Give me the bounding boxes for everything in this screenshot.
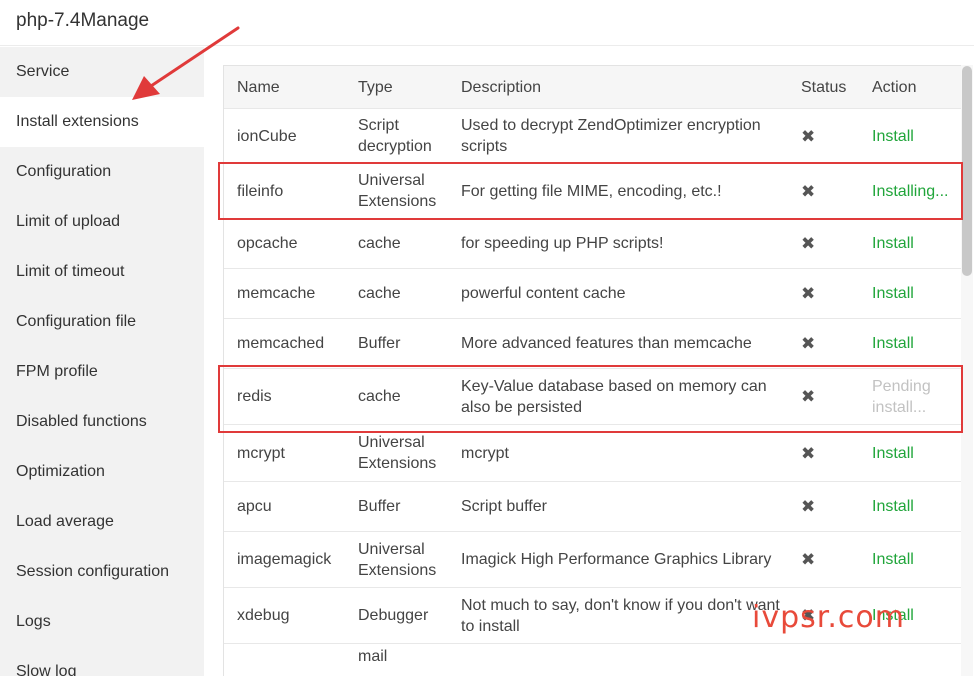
table-row: opcache cache for speeding up PHP script… [224, 219, 962, 269]
sidebar: Service Install extensions Configuration… [0, 47, 204, 676]
install-button[interactable]: Install [872, 443, 914, 464]
table-row: ionCube Script decryption Used to decryp… [224, 109, 962, 164]
extension-description: For getting file MIME, encoding, etc.! [461, 182, 722, 200]
extension-name: memcached [237, 335, 325, 352]
close-icon: ✖ [801, 550, 816, 569]
window-titlebar: php-7.4Manage [0, 0, 974, 46]
extension-type: Buffer [358, 498, 401, 515]
column-header-description: Description [461, 78, 542, 96]
extension-name: xdebug [237, 607, 290, 624]
extension-description: Imagick High Performance Graphics Librar… [461, 551, 772, 568]
column-header-type: Type [358, 78, 393, 96]
install-button[interactable]: Install [872, 496, 914, 517]
extension-type: Universal Extensions [358, 540, 437, 579]
install-button[interactable]: Install [872, 549, 914, 570]
table-row: memcached Buffer More advanced features … [224, 319, 962, 369]
extension-type: cache [358, 285, 401, 302]
table-row: memcache cache powerful content cache ✖ … [224, 269, 962, 319]
extension-name: opcache [237, 235, 298, 252]
sidebar-item-load-average[interactable]: Load average [0, 497, 204, 547]
watermark-logo: ivpsr.com [752, 600, 905, 635]
extension-description: for speeding up PHP scripts! [461, 235, 664, 252]
close-icon: ✖ [801, 387, 816, 406]
extension-name: fileinfo [237, 182, 284, 200]
table-row: fileinfo Universal Extensions For gettin… [224, 164, 962, 219]
column-header-status: Status [801, 78, 847, 96]
extension-description: Used to decrypt ZendOptimizer encryption… [461, 117, 761, 155]
extension-description: More advanced features than memcache [461, 335, 752, 352]
pending-install-status: Pending install... [872, 377, 931, 416]
sidebar-item-logs[interactable]: Logs [0, 597, 204, 647]
extension-name: ionCube [237, 127, 297, 145]
sidebar-item-session-configuration[interactable]: Session configuration [0, 547, 204, 597]
table-header: Name Type Description Status Action [224, 66, 962, 109]
close-icon: ✖ [801, 126, 816, 146]
table-row: redis cache Key-Value database based on … [224, 369, 962, 425]
extension-description: powerful content cache [461, 285, 626, 302]
installing-status: Installing... [872, 182, 949, 200]
sidebar-item-configuration[interactable]: Configuration [0, 147, 204, 197]
column-header-name: Name [237, 78, 280, 96]
table-row: mail [224, 644, 962, 676]
table-row: apcu Buffer Script buffer ✖ Install [224, 482, 962, 532]
extension-type: mail [358, 648, 388, 665]
extension-type: Buffer [358, 335, 401, 352]
extension-type: cache [358, 388, 401, 405]
column-header-action: Action [872, 78, 917, 96]
extension-name: redis [237, 388, 272, 405]
sidebar-item-limit-of-upload[interactable]: Limit of upload [0, 197, 204, 247]
extension-description: Not much to say, don't know if you don't… [461, 596, 780, 635]
close-icon: ✖ [801, 443, 816, 463]
extension-description: Script buffer [461, 498, 547, 515]
sidebar-item-fpm-profile[interactable]: FPM profile [0, 347, 204, 397]
close-icon: ✖ [801, 181, 816, 201]
install-button[interactable]: Install [872, 333, 914, 354]
close-icon: ✖ [801, 497, 816, 516]
install-button[interactable]: Install [872, 126, 914, 147]
scrollbar-thumb[interactable] [962, 66, 972, 276]
sidebar-item-service[interactable]: Service [0, 47, 204, 97]
extensions-table: Name Type Description Status Action ionC… [223, 65, 963, 676]
extension-name [237, 644, 347, 676]
install-button[interactable]: Install [872, 283, 914, 304]
extension-description [461, 644, 791, 676]
install-button[interactable]: Install [872, 233, 914, 254]
extension-type: Script decryption [358, 117, 432, 155]
extension-type: cache [358, 235, 401, 252]
sidebar-item-optimization[interactable]: Optimization [0, 447, 204, 497]
extension-description: Key-Value database based on memory can a… [461, 377, 767, 416]
close-icon: ✖ [801, 284, 816, 303]
extension-name: memcache [237, 285, 316, 302]
sidebar-item-limit-of-timeout[interactable]: Limit of timeout [0, 247, 204, 297]
table-scrollbar[interactable] [961, 65, 973, 676]
sidebar-item-configuration-file[interactable]: Configuration file [0, 297, 204, 347]
extension-name: imagemagick [237, 551, 332, 568]
extension-type: Universal Extensions [358, 434, 437, 472]
extension-name: mcrypt [237, 444, 285, 462]
extension-type: Universal Extensions [358, 172, 437, 210]
table-row: imagemagick Universal Extensions Imagick… [224, 532, 962, 588]
window-title: php-7.4Manage [16, 10, 150, 31]
table-row: mcrypt Universal Extensions mcrypt ✖ Ins… [224, 425, 962, 482]
extension-type: Debugger [358, 607, 429, 624]
close-icon: ✖ [801, 334, 816, 353]
main-content: Name Type Description Status Action ionC… [204, 47, 974, 676]
extension-name: apcu [237, 498, 272, 515]
extension-description: mcrypt [461, 444, 509, 462]
sidebar-item-disabled-functions[interactable]: Disabled functions [0, 397, 204, 447]
sidebar-item-slow-log[interactable]: Slow log [0, 647, 204, 676]
sidebar-item-install-extensions[interactable]: Install extensions [0, 97, 204, 147]
close-icon: ✖ [801, 234, 816, 253]
